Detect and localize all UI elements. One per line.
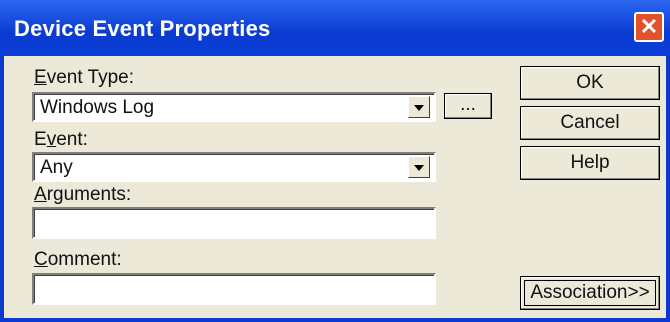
association-button[interactable]: Association>> bbox=[520, 276, 660, 310]
browse-button[interactable]: ... bbox=[444, 93, 492, 119]
arguments-input[interactable] bbox=[32, 207, 436, 239]
event-value: Any bbox=[40, 157, 73, 178]
device-event-properties-dialog: Device Event Properties ✕ Event Type: Wi… bbox=[0, 0, 670, 322]
help-button[interactable]: Help bbox=[520, 146, 660, 180]
title-bar[interactable]: Device Event Properties ✕ bbox=[0, 0, 670, 56]
event-select[interactable]: Any bbox=[32, 152, 436, 182]
chevron-down-icon[interactable] bbox=[408, 156, 430, 178]
event-type-label: Event Type: bbox=[34, 67, 135, 88]
arguments-label: Arguments: bbox=[34, 184, 132, 205]
comment-label: Comment: bbox=[34, 249, 122, 270]
close-button[interactable]: ✕ bbox=[634, 12, 664, 42]
comment-input[interactable] bbox=[32, 273, 436, 305]
close-icon: ✕ bbox=[639, 14, 659, 39]
event-label: Event: bbox=[34, 129, 88, 150]
ok-button[interactable]: OK bbox=[520, 66, 660, 100]
cancel-button[interactable]: Cancel bbox=[520, 106, 660, 140]
dialog-title: Device Event Properties bbox=[14, 16, 271, 41]
event-type-select[interactable]: Windows Log bbox=[32, 92, 436, 122]
event-type-value: Windows Log bbox=[40, 97, 155, 118]
chevron-down-icon[interactable] bbox=[408, 96, 430, 118]
